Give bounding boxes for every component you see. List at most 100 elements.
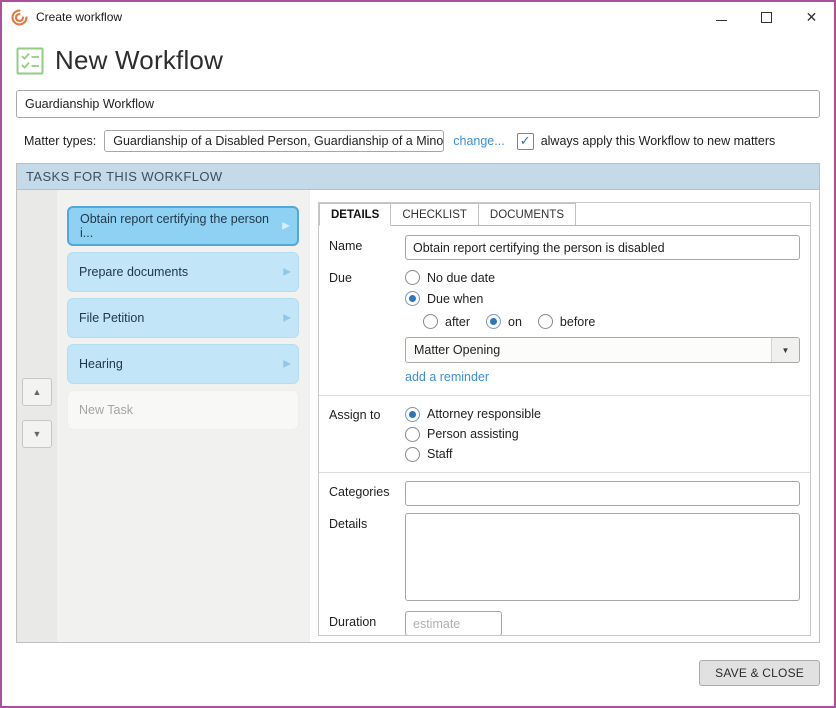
move-task-up-button[interactable]: ▲ [22,378,52,406]
radio-icon[interactable] [486,314,502,329]
page-header: New Workflow [2,32,834,90]
matter-types-row: Matter types: Guardianship of a Disabled… [16,130,820,152]
radio-label: No due date [427,270,496,285]
change-matter-types-link[interactable]: change... [453,134,504,148]
details-row: Details [329,513,800,604]
task-name-input[interactable] [405,235,800,260]
task-item-hearing[interactable]: Hearing ▶ [67,344,299,384]
due-when-options: after on before [423,311,800,332]
task-arrow-icon: ▶ [282,220,290,232]
radio-label: Attorney responsible [427,407,541,421]
task-item-prepare-documents[interactable]: Prepare documents ▶ [67,252,299,292]
matter-types-value: Guardianship of a Disabled Person, Guard… [104,130,445,152]
duration-input[interactable] [405,611,502,635]
window-title: Create workflow [36,10,123,24]
radio-icon[interactable] [405,270,420,285]
radio-due-when[interactable]: Due when [405,288,800,309]
window-controls: ✕ [699,2,834,32]
radio-label: before [559,314,596,329]
close-button[interactable]: ✕ [789,2,834,32]
always-apply-checkbox[interactable]: ✓ [516,132,534,150]
due-anchor-dropdown[interactable]: Matter Opening ▼ [405,337,800,363]
task-item-label: Prepare documents [79,265,189,279]
smokeball-logo-icon [11,8,28,26]
due-label: Due [329,271,352,285]
radio-label: Due when [427,291,484,306]
radio-icon[interactable] [537,314,553,329]
page-title: New Workflow [55,45,224,75]
radio-staff[interactable]: Staff [405,444,800,464]
radio-icon[interactable] [405,426,420,442]
tasks-section-header: TASKS FOR THIS WORKFLOW [17,164,819,190]
details-label: Details [329,517,368,531]
create-workflow-window: Create workflow ✕ New Workflow Matter ty… [0,0,836,708]
duration-row: Duration [329,611,800,635]
task-reorder-strip: ▲ ▼ [17,190,57,642]
task-arrow-icon: ▶ [283,266,291,278]
separator [319,395,810,396]
task-list: Obtain report certifying the person i...… [57,190,310,642]
titlebar: Create workflow ✕ [2,2,834,32]
details-tab-row: DETAILS CHECKLIST DOCUMENTS [319,203,810,226]
due-row: Due No due date Due when after on before… [329,267,800,387]
radio-icon[interactable] [405,446,420,462]
assign-to-label: Assign to [329,408,381,422]
categories-row: Categories [329,481,800,506]
categories-label: Categories [329,485,390,499]
radio-person-assisting[interactable]: Person assisting [405,424,800,444]
task-arrow-icon: ▶ [283,358,291,370]
task-item-label: Obtain report certifying the person i... [80,212,269,240]
radio-icon[interactable] [423,314,438,329]
task-item-file-petition[interactable]: File Petition ▶ [67,298,299,338]
down-arrow-icon: ▼ [32,429,42,439]
save-and-close-button[interactable]: SAVE & CLOSE [699,660,820,686]
always-apply-label: always apply this Workflow to new matter… [540,134,776,148]
details-form: Name Due No due date [319,226,810,635]
separator [319,472,810,473]
radio-on[interactable]: on [486,311,522,332]
close-icon: ✕ [805,8,818,25]
assign-to-row: Assign to Attorney responsible Person as… [329,404,800,464]
radio-label: Staff [427,447,453,461]
task-item-label: Hearing [79,357,123,371]
new-task-label: New Task [79,403,133,417]
tab-documents[interactable]: DOCUMENTS [477,203,577,225]
new-task-item[interactable]: New Task [67,390,299,430]
radio-after[interactable]: after [423,311,470,332]
add-reminder-link[interactable]: add a reminder [405,370,489,384]
checkmark-icon: ✓ [519,133,531,148]
task-arrow-icon: ▶ [283,312,291,324]
minimize-icon [716,19,727,21]
maximize-icon [761,11,772,23]
move-task-down-button[interactable]: ▼ [22,420,52,448]
task-item-obtain-report[interactable]: Obtain report certifying the person i...… [67,206,299,246]
duration-label: Duration [329,615,377,629]
radio-label: Person assisting [427,427,519,441]
dropdown-arrow-icon[interactable]: ▼ [771,338,799,362]
tasks-section: TASKS FOR THIS WORKFLOW ▲ ▼ Obtain repor… [16,163,820,643]
tab-details[interactable]: DETAILS [319,203,392,226]
radio-label: on [508,314,522,329]
details-textarea[interactable] [405,513,800,601]
name-label: Name [329,239,363,253]
minimize-button[interactable] [699,2,744,32]
footer: SAVE & CLOSE [2,643,834,686]
categories-input[interactable] [405,481,800,506]
workflow-name-input[interactable] [16,90,820,118]
workflow-checklist-icon [16,47,44,74]
name-row: Name [329,235,800,260]
matter-types-label: Matter types: [24,134,97,148]
task-details-panel: DETAILS CHECKLIST DOCUMENTS Name Due [318,202,811,636]
radio-label: after [445,314,471,329]
radio-icon[interactable] [405,291,420,306]
due-anchor-value: Matter Opening [414,343,501,357]
radio-attorney-responsible[interactable]: Attorney responsible [405,404,800,424]
tasks-body: ▲ ▼ Obtain report certifying the person … [17,190,819,642]
tab-checklist[interactable]: CHECKLIST [390,203,479,225]
up-arrow-icon: ▲ [32,387,42,397]
workflow-name-row [16,90,820,118]
radio-icon[interactable] [405,406,420,422]
radio-no-due-date[interactable]: No due date [405,267,800,288]
radio-before[interactable]: before [537,311,596,332]
maximize-button[interactable] [744,2,789,32]
